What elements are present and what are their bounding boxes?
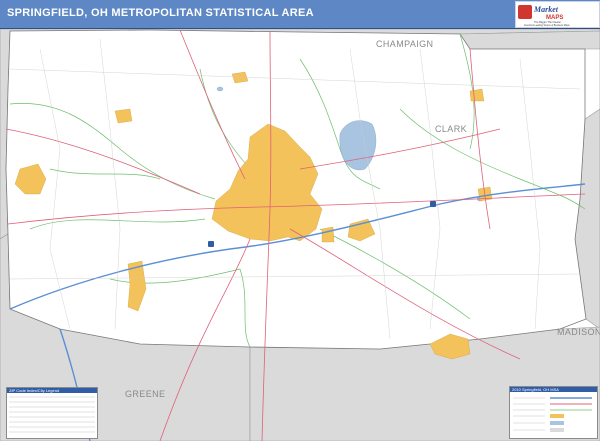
- map-svg: [0, 28, 600, 442]
- map-canvas[interactable]: [0, 28, 600, 442]
- legend-county-symbol: [550, 428, 564, 432]
- logo-graphic: Market MAPS The Bigger The Clearer Ameri…: [518, 5, 570, 27]
- logo-brand-top: Market: [533, 5, 559, 14]
- urban-small: [321, 226, 335, 243]
- county-label-greene: GREENE: [125, 389, 166, 399]
- title-bar: SPRINGFIELD, OH METROPOLITAN STATISTICAL…: [0, 0, 600, 29]
- shield-marker: [208, 241, 214, 247]
- map-legend: 2010 Springfield, OH MSA: [509, 386, 598, 439]
- logo-badge: [518, 5, 532, 19]
- county-label-champaign: CHAMPAIGN: [376, 39, 434, 49]
- zip-city-legend-rows: [9, 396, 95, 433]
- shield-marker: [430, 201, 436, 207]
- urban-top: [231, 71, 249, 84]
- urban-far-northeast: [469, 88, 485, 102]
- legend-urban-symbol: [550, 414, 564, 418]
- county-label-madison: MADISON: [557, 327, 600, 337]
- legend-water-symbol: [550, 421, 564, 425]
- urban-north: [114, 108, 133, 124]
- market-maps-logo-icon: Market MAPS The Bigger The Clearer Ameri…: [515, 1, 600, 28]
- pond: [216, 86, 224, 92]
- map-title: SPRINGFIELD, OH METROPOLITAN STATISTICAL…: [7, 7, 314, 19]
- zip-city-legend: ZIP Code Index/City Legend: [6, 387, 98, 439]
- logo-tagline: The Bigger The Clearer: [534, 20, 561, 24]
- map-frame: SPRINGFIELD, OH METROPOLITAN STATISTICAL…: [0, 0, 600, 442]
- logo-subtag: America's Leading Source of Business Map…: [524, 24, 570, 27]
- map-legend-symbols: [513, 397, 592, 432]
- county-label-clark: CLARK: [435, 124, 468, 134]
